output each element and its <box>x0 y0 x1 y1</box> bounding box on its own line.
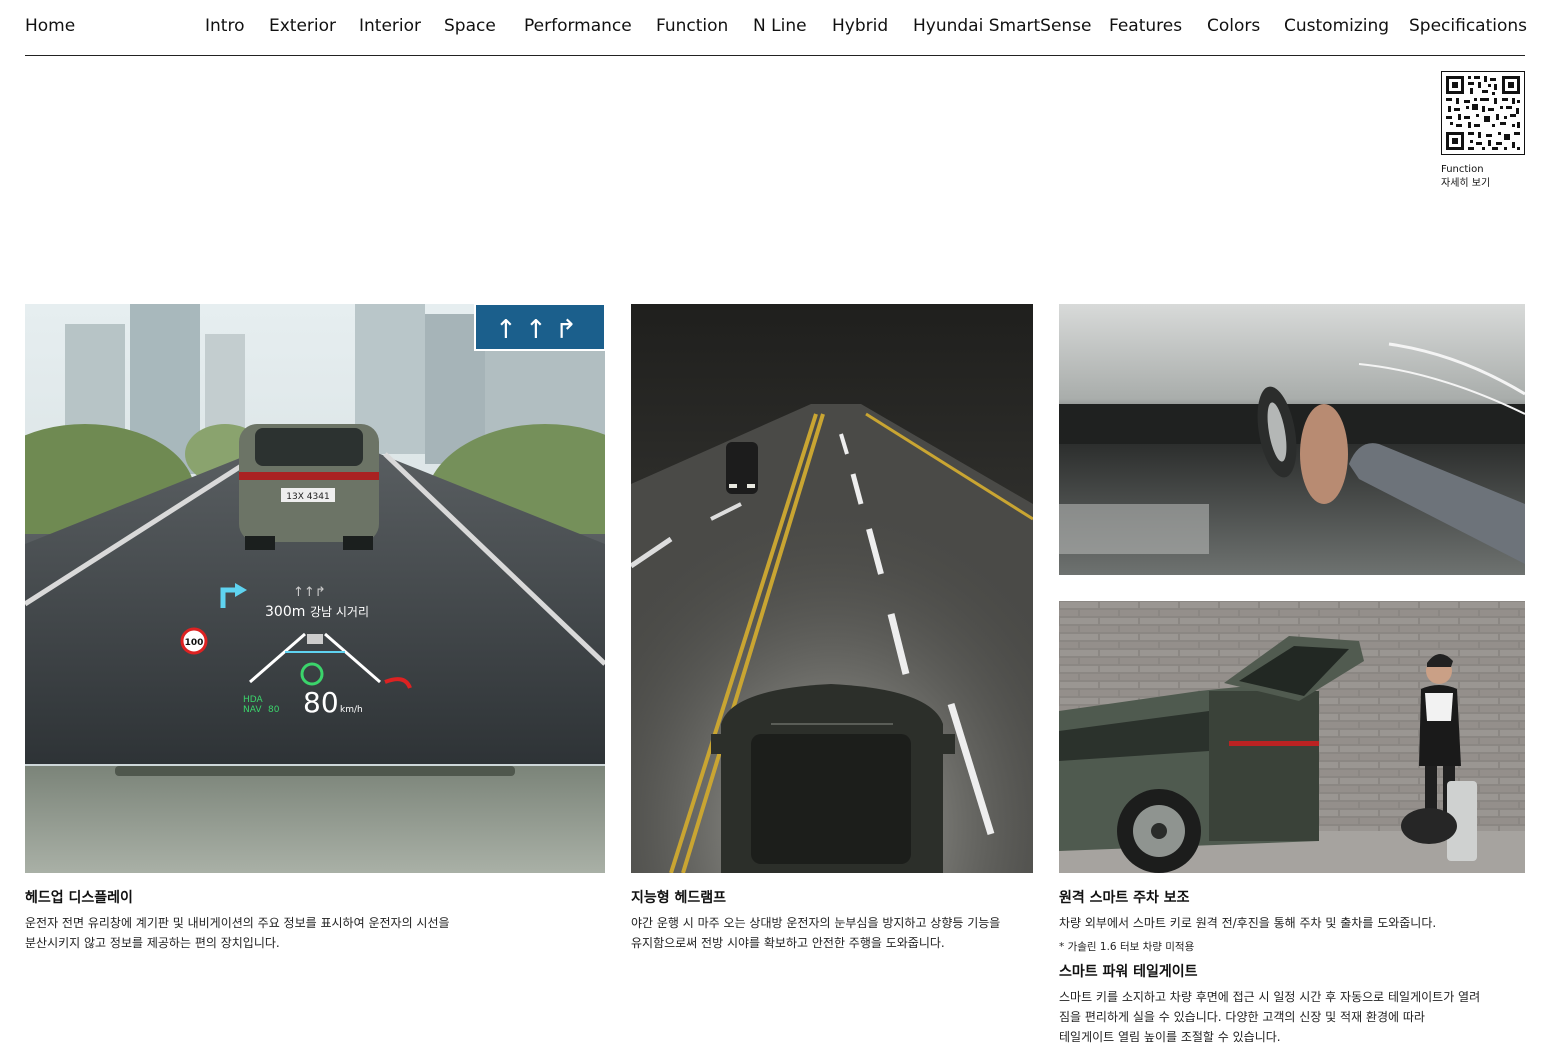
nav-home-link[interactable]: Home <box>25 16 75 36</box>
svg-text:↑↑↱: ↑↑↱ <box>293 585 326 600</box>
hud-speed: 80 <box>303 686 339 719</box>
nav-item-colors[interactable]: Colors <box>1207 16 1260 36</box>
nav-item-interior[interactable]: Interior <box>359 16 421 36</box>
feature-tailgate-title: 스마트 파워 테일게이트 <box>1059 964 1198 980</box>
nav-item-features[interactable]: Features <box>1109 16 1182 36</box>
feature-headlamp-caption: 지능형 헤드램프 야간 운행 시 마주 오는 상대방 운전자의 눈부심을 방지하… <box>631 887 1033 953</box>
feature-headlamp-description: 야간 운행 시 마주 오는 상대방 운전자의 눈부심을 방지하고 상향등 기능을… <box>631 916 1001 950</box>
nav-item-customizing[interactable]: Customizing <box>1284 16 1389 36</box>
nav-item-hybrid[interactable]: Hybrid <box>832 16 888 36</box>
svg-text:↑ ↑ ↱: ↑ ↑ ↱ <box>495 315 577 345</box>
feature-hud-description: 운전자 전면 유리창에 계기판 및 내비게이션의 주요 정보를 표시하여 운전자… <box>25 916 450 950</box>
nav-item-specifications[interactable]: Specifications <box>1409 16 1527 36</box>
feature-tailgate-description: 스마트 키를 소지하고 차량 후면에 접근 시 일정 시간 후 자동으로 테일게… <box>1059 990 1481 1044</box>
remote-parking-photo <box>1059 304 1525 575</box>
hud-photo: ↑ ↑ ↱ 13X 4341 300m 강남 시거리 ↑↑↱ 100 HDA N… <box>25 304 605 873</box>
feature-remote-parking-title: 원격 스마트 주차 보조 <box>1059 890 1190 906</box>
nav-item-space[interactable]: Space <box>444 16 496 36</box>
top-navigation: Home Intro Exterior Interior Space Perfo… <box>25 0 1527 56</box>
qr-caption-title: Function <box>1441 164 1484 175</box>
hud-street-name: 강남 시거리 <box>310 605 369 619</box>
hud-set-speed: 80 <box>268 705 280 715</box>
hud-hda-label: HDA <box>243 695 264 705</box>
nav-item-intro[interactable]: Intro <box>205 16 244 36</box>
nav-item-n-line[interactable]: N Line <box>753 16 807 36</box>
feature-hud-title: 헤드업 디스플레이 <box>25 890 133 906</box>
hud-speed-limit: 100 <box>185 638 204 648</box>
tailgate-photo <box>1059 601 1525 873</box>
qr-caption: Function 자세히 보기 <box>1441 163 1490 191</box>
qr-code[interactable] <box>1441 71 1525 155</box>
headlamp-photo <box>631 304 1033 873</box>
nav-item-function[interactable]: Function <box>656 16 728 36</box>
hud-nav-label: NAV <box>243 705 262 715</box>
feature-remote-parking-note: * 가솔린 1.6 터보 차량 미적용 <box>1059 941 1195 953</box>
feature-hud-caption: 헤드업 디스플레이 운전자 전면 유리창에 계기판 및 내비게이션의 주요 정보… <box>25 887 605 953</box>
nav-item-hyundai-smartsense[interactable]: Hyundai SmartSense <box>913 16 1092 36</box>
car-plate: 13X 4341 <box>286 492 329 502</box>
feature-remote-parking-description: 차량 외부에서 스마트 키로 원격 전/후진을 통해 주차 및 출차를 도와줍니… <box>1059 916 1437 930</box>
feature-headlamp-title: 지능형 헤드램프 <box>631 890 727 906</box>
feature-tailgate-caption: 스마트 파워 테일게이트 스마트 키를 소지하고 차량 후면에 접근 시 일정 … <box>1059 961 1525 1047</box>
nav-item-performance[interactable]: Performance <box>524 16 632 36</box>
hud-distance: 300m <box>265 604 305 620</box>
hud-speed-unit: km/h <box>340 705 363 715</box>
qr-caption-link[interactable]: 자세히 보기 <box>1441 177 1490 191</box>
nav-item-exterior[interactable]: Exterior <box>269 16 336 36</box>
feature-remote-parking-caption: 원격 스마트 주차 보조 차량 외부에서 스마트 키로 원격 전/후진을 통해 … <box>1059 887 1525 957</box>
